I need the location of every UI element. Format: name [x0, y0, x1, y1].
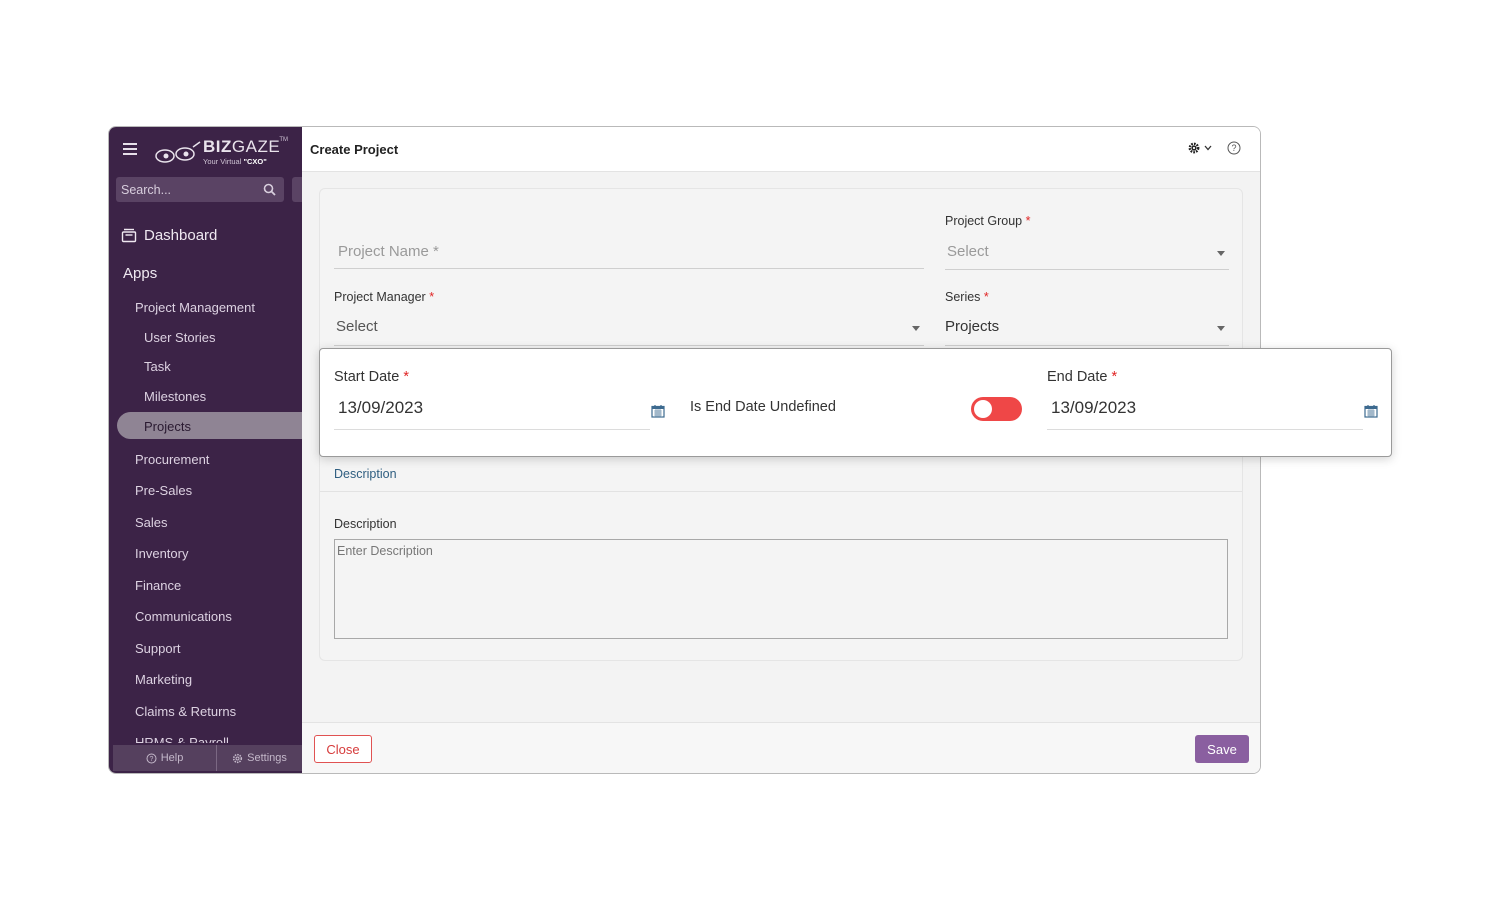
series-label: Series * — [945, 290, 989, 304]
sidebar-item-finance[interactable]: Finance — [135, 578, 181, 593]
dashboard-icon — [121, 228, 137, 243]
project-manager-label: Project Manager * — [334, 290, 435, 304]
calendar-icon[interactable] — [1364, 404, 1378, 418]
calendar-icon[interactable] — [651, 404, 665, 418]
end-date-value: 13/09/2023 — [1051, 398, 1137, 417]
page-title: Create Project — [310, 142, 399, 157]
project-name-placeholder: Project Name * — [338, 243, 439, 260]
sidebar-item-projects[interactable]: Projects — [144, 419, 191, 434]
settings-label: Settings — [247, 752, 287, 764]
hamburger-menu-icon[interactable] — [123, 143, 137, 155]
sidebar-item-marketing[interactable]: Marketing — [135, 672, 192, 687]
series-value: Projects — [945, 318, 1000, 335]
settings-link[interactable]: Settings — [217, 745, 302, 771]
project-name-field[interactable]: Project Name * — [334, 233, 924, 269]
sidebar-footer: ? Help Settings — [113, 745, 302, 771]
sidebar-item-project-management[interactable]: Project Management — [135, 300, 255, 315]
close-button[interactable]: Close — [314, 735, 372, 763]
date-row-popout: Start Date * 13/09/2023 Is End Date Unde… — [319, 348, 1392, 457]
logo-tagline: Your Virtual "CXO" — [203, 157, 267, 166]
help-link[interactable]: ? Help — [113, 745, 217, 771]
start-date-value: 13/09/2023 — [338, 398, 424, 417]
toggle-knob — [974, 400, 992, 418]
end-date-undefined-toggle[interactable] — [971, 397, 1022, 421]
sidebar-item-inventory[interactable]: Inventory — [135, 546, 188, 561]
sidebar-search — [116, 177, 284, 202]
end-date-undefined-label: Is End Date Undefined — [690, 399, 836, 415]
project-group-value: Select — [947, 243, 989, 260]
sidebar-item-milestones[interactable]: Milestones — [144, 389, 206, 404]
sidebar-item-pre-sales[interactable]: Pre-Sales — [135, 483, 192, 498]
start-date-field[interactable]: 13/09/2023 — [334, 398, 650, 430]
sidebar: BIZGAZE Your Virtual "CXO" TM Dashboard … — [109, 127, 302, 773]
project-group-label: Project Group * — [945, 214, 1031, 228]
logo-trademark: TM — [279, 137, 288, 143]
search-filter-tab[interactable] — [292, 177, 302, 202]
end-date-field[interactable]: 13/09/2023 — [1047, 398, 1363, 430]
svg-text:?: ? — [1231, 143, 1236, 153]
sidebar-item-hrms-payroll[interactable]: HRMS & Payroll — [135, 735, 229, 743]
page-header: Create Project ? — [302, 127, 1260, 172]
description-section-title: Description — [334, 467, 397, 481]
help-label: Help — [160, 752, 184, 764]
project-group-select[interactable]: Select — [945, 235, 1229, 270]
start-date-label: Start Date * — [334, 369, 409, 385]
sidebar-item-label: Dashboard — [144, 227, 218, 244]
description-section-header: Description — [320, 457, 1242, 492]
help-circle-icon: ? — [146, 753, 157, 763]
project-manager-select[interactable]: Select — [334, 311, 924, 346]
description-label: Description — [334, 517, 397, 531]
chevron-down-icon[interactable] — [1204, 145, 1212, 151]
description-textarea[interactable] — [334, 539, 1228, 639]
logo-wordmark: BIZGAZE — [203, 137, 281, 156]
sidebar-item-task[interactable]: Task — [144, 359, 171, 374]
series-select[interactable]: Projects — [945, 311, 1229, 346]
search-icon[interactable] — [263, 183, 276, 196]
save-button[interactable]: Save — [1195, 735, 1249, 763]
end-date-label: End Date * — [1047, 369, 1118, 385]
caret-down-icon — [1217, 251, 1225, 256]
help-icon[interactable]: ? — [1227, 141, 1241, 155]
form-footer: Close Save — [302, 722, 1260, 773]
logo-eyes-icon — [155, 141, 201, 163]
settings-gear-icon — [233, 753, 243, 763]
sidebar-item-procurement[interactable]: Procurement — [135, 452, 209, 467]
caret-down-icon — [912, 326, 920, 331]
sidebar-item-dashboard[interactable]: Dashboard — [121, 227, 217, 244]
bizgaze-logo: BIZGAZE Your Virtual "CXO" TM — [153, 135, 288, 171]
svg-text:?: ? — [149, 756, 153, 763]
project-manager-value: Select — [336, 318, 378, 335]
caret-down-icon — [1217, 326, 1225, 331]
gear-icon[interactable] — [1188, 142, 1200, 154]
search-input[interactable] — [121, 179, 259, 200]
sidebar-section-apps: Apps — [123, 265, 158, 282]
sidebar-item-claims-returns[interactable]: Claims & Returns — [135, 704, 236, 719]
sidebar-item-communications[interactable]: Communications — [135, 609, 232, 624]
sidebar-item-user-stories[interactable]: User Stories — [144, 330, 216, 345]
sidebar-item-sales[interactable]: Sales — [135, 515, 168, 530]
sidebar-item-support[interactable]: Support — [135, 641, 181, 656]
